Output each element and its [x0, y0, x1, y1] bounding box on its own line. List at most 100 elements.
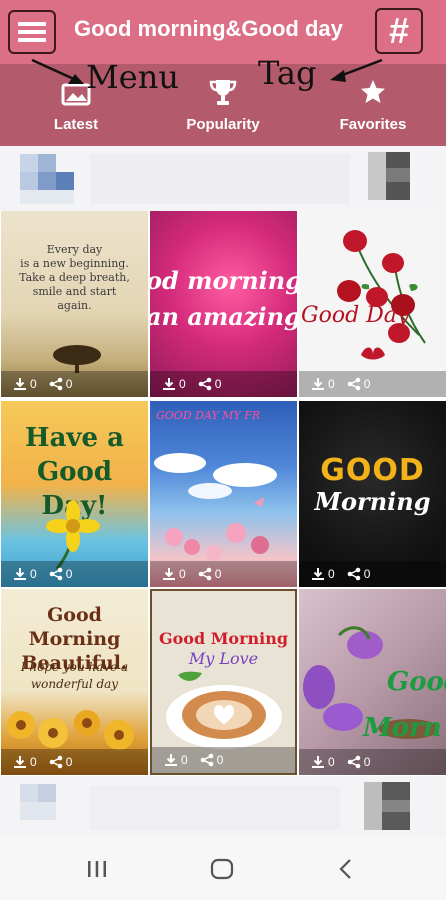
image-card[interactable]: Every day is a new beginning. Take a dee… — [1, 211, 148, 397]
menu-button[interactable] — [8, 10, 56, 54]
card-text-line: Good Morning — [28, 604, 121, 650]
tab-favorites[interactable]: Favorites — [332, 78, 414, 133]
share-count-value: 0 — [363, 755, 371, 769]
image-card[interactable]: Good Morn 0 0 — [299, 589, 446, 775]
roses-illustration — [337, 230, 426, 360]
download-count-value: 0 — [328, 567, 335, 581]
download-count[interactable]: 0 — [164, 753, 188, 767]
recent-apps-icon[interactable] — [86, 860, 108, 878]
card-text-line: Morn — [363, 713, 442, 743]
annotation-menu-label: Menu — [86, 58, 179, 96]
download-count-value: 0 — [179, 377, 186, 391]
download-icon — [312, 756, 324, 768]
download-count-value: 0 — [179, 567, 186, 581]
card-text-line: Have a — [25, 423, 124, 453]
share-count[interactable]: 0 — [49, 567, 73, 581]
image-card[interactable]: Good Morning Beautiful. I hope you have … — [1, 589, 148, 775]
download-count-value: 0 — [328, 755, 335, 769]
card-text-line: Good — [387, 667, 446, 697]
download-icon — [312, 378, 324, 390]
annotation-arrow-menu — [31, 58, 84, 84]
share-count-value: 0 — [363, 567, 371, 581]
share-count-value: 0 — [216, 753, 224, 767]
app-bar: Good morning&Good day # — [0, 0, 446, 64]
share-count[interactable]: 0 — [198, 567, 222, 581]
download-icon — [14, 378, 26, 390]
download-count[interactable]: 0 — [311, 567, 335, 581]
share-count[interactable]: 0 — [200, 753, 224, 767]
card-text-line: My Love — [188, 649, 259, 668]
share-count-value: 0 — [65, 567, 73, 581]
annotation-arrow-tag — [330, 58, 383, 82]
ad-banner-top[interactable] — [0, 146, 446, 211]
card-text-line: Morning — [314, 487, 431, 516]
tree-silhouette — [53, 345, 101, 373]
card-stats-bar: 0 0 — [1, 749, 148, 775]
download-count[interactable]: 0 — [311, 377, 335, 391]
share-icon — [49, 567, 62, 581]
card-stats-bar: 0 0 — [150, 561, 297, 587]
trophy-icon — [209, 80, 237, 105]
share-icon — [347, 755, 360, 769]
download-count-value: 0 — [30, 377, 37, 391]
image-card[interactable]: Have a Good Day! 0 0 — [1, 401, 148, 587]
app-title: Good morning&Good day — [74, 16, 343, 41]
home-icon[interactable] — [210, 858, 234, 880]
card-text-line: an amazing — [150, 302, 297, 331]
card-stats-bar: 0 0 — [152, 747, 295, 773]
download-count-value: 0 — [30, 567, 37, 581]
card-text-line: again. — [57, 299, 92, 312]
card-text-line: GOOD DAY MY FR — [156, 409, 261, 422]
card-text-line: Good Morning — [158, 629, 289, 648]
download-count-value: 0 — [328, 377, 335, 391]
card-text-line: od morning — [150, 266, 297, 295]
share-icon — [200, 753, 213, 767]
card-stats-bar: 0 0 — [1, 561, 148, 587]
share-count-value: 0 — [363, 377, 371, 391]
share-count[interactable]: 0 — [347, 755, 371, 769]
back-icon[interactable] — [338, 858, 354, 880]
download-count[interactable]: 0 — [13, 755, 37, 769]
card-stats-bar: 0 0 — [150, 371, 297, 397]
download-icon — [14, 568, 26, 580]
tag-button[interactable]: # — [375, 8, 423, 54]
card-text-line: GOOD — [320, 453, 425, 488]
share-count-value: 0 — [214, 377, 222, 391]
hamburger-icon — [18, 22, 46, 42]
card-stats-bar: 0 0 — [299, 371, 446, 397]
image-card[interactable]: GOOD DAY MY FR 0 0 — [150, 401, 297, 587]
image-card[interactable]: od morning an amazing 0 0 — [150, 211, 297, 397]
share-icon — [347, 377, 360, 391]
share-count-value: 0 — [65, 755, 73, 769]
share-count[interactable]: 0 — [347, 377, 371, 391]
download-icon — [312, 568, 324, 580]
tab-popularity[interactable]: Popularity — [178, 78, 268, 133]
share-icon — [347, 567, 360, 581]
card-text-line: smile and start — [32, 285, 117, 298]
ad-banner-bottom[interactable] — [0, 776, 446, 838]
share-icon — [49, 377, 62, 391]
image-card[interactable]: GOOD Morning 0 0 — [299, 401, 446, 587]
share-count-value: 0 — [214, 567, 222, 581]
download-count[interactable]: 0 — [13, 377, 37, 391]
tab-favorites-label: Favorites — [339, 116, 407, 133]
sunflowers-illustration — [7, 710, 134, 750]
download-count[interactable]: 0 — [162, 377, 186, 391]
image-card[interactable]: Good Day 0 0 — [299, 211, 446, 397]
clouds-blossoms-illustration — [154, 453, 277, 561]
coffee-cup-illustration — [166, 671, 282, 749]
card-text-line: Every day — [46, 243, 103, 256]
share-count[interactable]: 0 — [347, 567, 371, 581]
card-text-line: Take a deep breath, — [19, 271, 130, 284]
download-count[interactable]: 0 — [13, 567, 37, 581]
card-stats-bar: 0 0 — [299, 749, 446, 775]
card-text-line: is a new beginning. — [20, 257, 129, 270]
share-count[interactable]: 0 — [49, 755, 73, 769]
download-count[interactable]: 0 — [162, 567, 186, 581]
share-count[interactable]: 0 — [49, 377, 72, 391]
tab-popularity-label: Popularity — [186, 116, 260, 133]
image-card[interactable]: Good Morning My Love 0 0 — [150, 589, 297, 775]
download-count[interactable]: 0 — [311, 755, 335, 769]
flower-illustration — [46, 500, 100, 569]
share-count[interactable]: 0 — [198, 377, 222, 391]
